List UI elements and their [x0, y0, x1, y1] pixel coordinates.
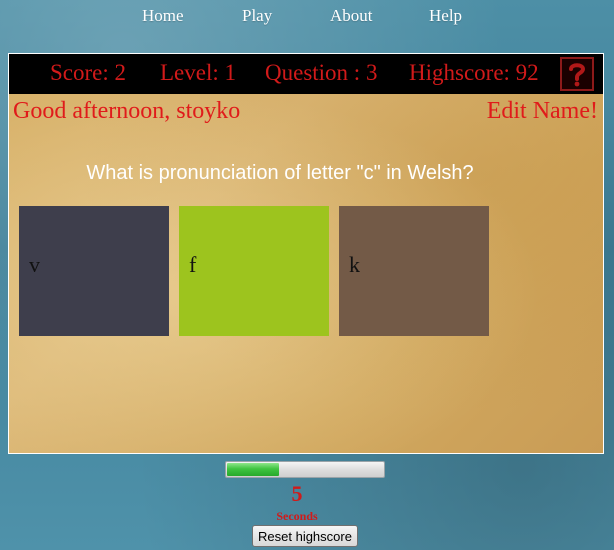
nav-help-link[interactable]: Help [429, 6, 462, 26]
nav-about-link[interactable]: About [330, 6, 373, 26]
seconds-remaining: 5 [291, 481, 303, 506]
game-panel: Score: 2 Level: 1 Question : 3 Highscore… [8, 53, 604, 454]
highscore-display: Highscore: 92 [409, 60, 539, 85]
nav-home-link[interactable]: Home [142, 6, 184, 26]
answer-option-3[interactable]: k [339, 206, 489, 336]
score-display: Score: 2 [50, 60, 127, 85]
top-navigation: Home Play About Help [0, 0, 614, 34]
greeting-text: Good afternoon, stoyko [13, 98, 241, 124]
answer-option-label: k [349, 252, 360, 277]
seconds-label: Seconds [276, 509, 318, 523]
edit-name-link[interactable]: Edit Name! [487, 98, 598, 125]
question-mark-icon [569, 63, 586, 87]
question-text: What is pronunciation of letter "c" in W… [86, 162, 474, 184]
answer-option-1[interactable]: v [19, 206, 169, 336]
timer-progress-fill [227, 463, 279, 476]
reset-highscore-button[interactable]: Reset highscore [252, 525, 358, 547]
timer-progress-bar [225, 461, 385, 478]
status-bar: Score: 2 Level: 1 Question : 3 Highscore… [9, 54, 603, 94]
level-display: Level: 1 [160, 60, 236, 85]
help-button[interactable] [560, 57, 594, 91]
question-counter: Question : 3 [265, 60, 378, 85]
answer-option-label: v [29, 252, 40, 277]
answer-option-label: f [189, 252, 197, 277]
nav-play-link[interactable]: Play [242, 6, 272, 26]
answer-option-2[interactable]: f [179, 206, 329, 336]
